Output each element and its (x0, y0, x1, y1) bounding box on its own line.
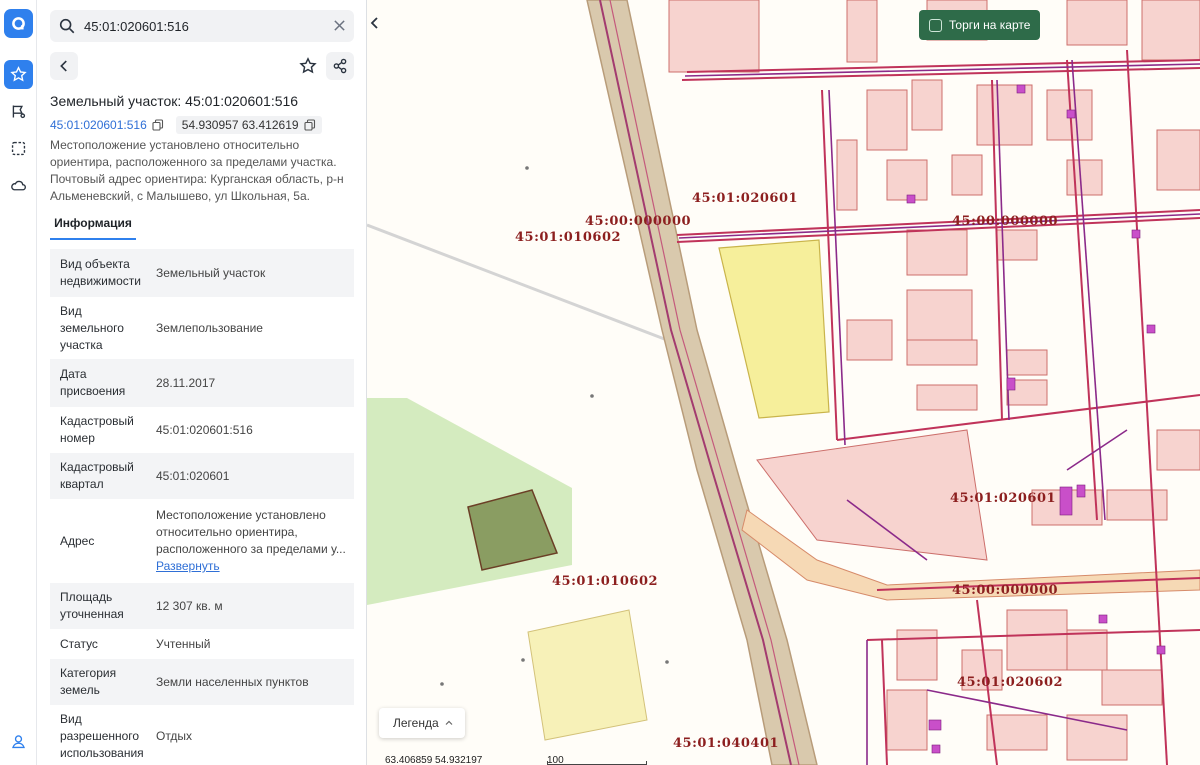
legend-button[interactable]: Легенда (379, 708, 465, 738)
row-key: Категория земель (60, 666, 117, 697)
object-title: Земельный участок: 45:01:020601:516 (50, 93, 299, 109)
table-row: Площадь уточненная 12 307 кв. м (50, 583, 354, 629)
search-box (50, 10, 354, 42)
tab-information[interactable]: Информация (50, 210, 136, 240)
object-description: Местоположение установлено относительно … (50, 138, 344, 203)
table-row: Дата присвоения 28.11.2017 (50, 359, 354, 407)
attributes-table: Вид объекта недвижимости Земельный участ… (50, 249, 354, 765)
cursor-coordinates: 63.406859 54.932197 (385, 755, 483, 765)
yellow-parcel (527, 609, 648, 741)
row-value: Землепользование (156, 320, 263, 335)
back-icon[interactable] (50, 52, 78, 80)
favorite-star-icon[interactable] (294, 52, 322, 80)
tabs: Информация (50, 210, 354, 240)
quarter-label: 45:01:040401 (673, 736, 780, 751)
row-key: Площадь уточненная (60, 590, 124, 621)
row-key: Статус (60, 636, 98, 651)
legend-label: Легенда (393, 716, 439, 730)
row-value: 28.11.2017 (156, 375, 216, 390)
row-value: 45:01:020601:516 (156, 422, 253, 437)
row-value: Земли населенных пунктов (156, 674, 309, 689)
row-key: Адрес (60, 533, 95, 548)
row-value: 45:01:020601 (156, 468, 230, 483)
table-row: Кадастровый квартал 45:01:020601 (50, 453, 354, 499)
auctions-on-map-toggle[interactable]: Торги на карте (919, 10, 1040, 40)
info-panel: Земельный участок: 45:01:020601:516 45:0… (38, 0, 367, 765)
table-row: Статус Учтенный (50, 629, 354, 659)
copy-icon[interactable] (304, 119, 316, 131)
row-key: Кадастровый номер (60, 414, 134, 445)
row-key: Вид объекта недвижимости (60, 257, 141, 288)
row-key: Дата присвоения (60, 367, 126, 398)
row-value: Отдых (156, 728, 193, 743)
coordinates-text: 54.930957 63.412619 (181, 118, 299, 132)
address-value: Местоположение установлено относительно … (156, 508, 346, 556)
quarter-label: 45:01:020602 (957, 675, 1064, 690)
search-icon (59, 18, 75, 34)
map-layer (367, 0, 1200, 765)
row-value: 12 307 кв. м (156, 598, 223, 613)
clear-icon[interactable] (333, 19, 346, 32)
quarter-label: 45:00:000000 (585, 214, 692, 229)
row-key: Вид земельного участка (60, 303, 124, 352)
select-area-icon[interactable] (4, 134, 33, 163)
table-row: Адрес Местоположение установлено относит… (50, 499, 354, 583)
table-row: Вид разрешенного использования Отдых (50, 705, 354, 765)
search-input[interactable] (84, 18, 324, 34)
logo-icon[interactable] (4, 9, 33, 38)
star-icon[interactable] (4, 60, 33, 89)
quarter-label: 45:01:010602 (552, 574, 659, 589)
user-icon[interactable] (4, 727, 33, 756)
chevron-up-icon (445, 720, 453, 725)
quarter-label: 45:00:000000 (952, 214, 1059, 229)
table-row: Вид объекта недвижимости Земельный участ… (50, 249, 354, 297)
park-area (367, 398, 572, 605)
row-key: Вид разрешенного использования (60, 711, 144, 760)
quarter-label: 45:01:020601 (692, 191, 799, 206)
quarter-label: 45:01:010602 (515, 230, 622, 245)
copy-icon[interactable] (152, 119, 164, 131)
auctions-checkbox[interactable] (929, 18, 942, 32)
table-row: Категория земель Земли населенных пункто… (50, 659, 354, 705)
scale-line (547, 761, 647, 765)
table-row: Вид земельного участка Землепользование (50, 297, 354, 359)
row-value: Учтенный (156, 636, 211, 651)
share-icon[interactable] (326, 52, 354, 80)
cloud-icon[interactable] (4, 171, 33, 200)
table-row: Кадастровый номер 45:01:020601:516 (50, 407, 354, 453)
quarter-label: 45:00:000000 (952, 583, 1059, 598)
row-value: Местоположение установлено относительно … (146, 507, 354, 575)
auctions-label: Торги на карте (949, 18, 1031, 32)
layers-icon[interactable] (4, 97, 33, 126)
cadastral-number-link[interactable]: 45:01:020601:516 (50, 118, 147, 132)
object-ids: 45:01:020601:516 54.930957 63.412619 (50, 115, 322, 135)
object-toolbar (50, 52, 354, 82)
quarter-label: 45:01:020601 (950, 491, 1057, 506)
selected-parcel (718, 239, 830, 419)
coordinates-chip: 54.930957 63.412619 (175, 116, 322, 134)
row-key: Кадастровый квартал (60, 460, 134, 491)
map-canvas[interactable]: Торги на карте 45:00:000000 45:01:010602… (367, 0, 1200, 765)
row-value: Земельный участок (156, 265, 266, 280)
collapse-panel-icon[interactable] (367, 10, 383, 36)
expand-address-link[interactable]: Развернуть (156, 558, 348, 575)
side-rail (0, 0, 37, 765)
